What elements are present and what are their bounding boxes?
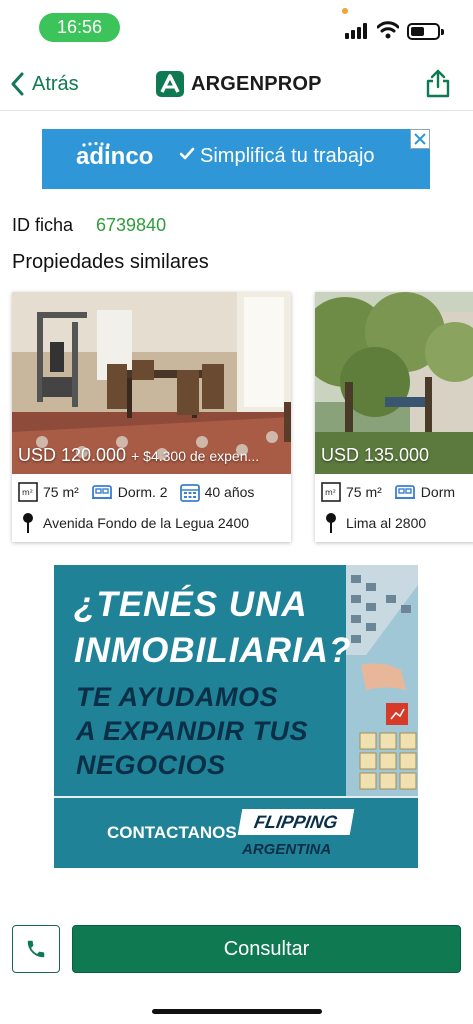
location-pin-icon — [326, 513, 336, 533]
property-address: Lima al 2800 — [325, 512, 426, 534]
similar-properties-title: Propiedades similares — [12, 251, 209, 273]
listing-id-label: ID ficha — [12, 215, 74, 235]
area-value: 75 m² — [346, 484, 382, 500]
ad-brand: adinco — [76, 143, 154, 170]
area-icon: m² — [321, 482, 341, 502]
flipping-ad-banner[interactable]: ¿TENÉS UNA INMOBILIARIA? TE AYUDAMOS A E… — [54, 565, 418, 868]
ad-building-illustration — [346, 565, 418, 796]
area-value: 75 m² — [43, 484, 79, 500]
property-address: Avenida Fondo de la Legua 2400 — [22, 512, 249, 534]
feature-bedrooms: Dorm. 2 — [91, 483, 168, 501]
svg-text:m²: m² — [22, 488, 33, 497]
brand-name: ARGENPROP — [191, 72, 322, 95]
back-label: Atrás — [32, 72, 79, 95]
ad-close-button[interactable] — [410, 129, 430, 149]
battery-icon — [407, 23, 444, 40]
area-icon: m² — [18, 482, 38, 502]
bedrooms-value: Dorm — [420, 484, 456, 500]
property-card[interactable]: USD 135.000 m² 75 m² Dorm Lima al 2800 — [315, 292, 473, 542]
phone-icon — [27, 940, 45, 958]
ad-slogan: Simplificá tu trabajo — [200, 145, 375, 167]
feature-area: m² 75 m² — [18, 482, 79, 502]
share-icon[interactable] — [425, 68, 451, 98]
back-button[interactable]: Atrás — [10, 70, 79, 98]
location-pin-icon — [23, 513, 33, 533]
svg-text:m²: m² — [325, 488, 336, 497]
brand-logo: ARGENPROP — [156, 70, 322, 98]
chevron-left-icon — [11, 72, 24, 96]
bed-icon — [91, 485, 112, 499]
address-text: Avenida Fondo de la Legua 2400 — [43, 515, 250, 531]
consult-button[interactable]: Consultar — [72, 925, 461, 973]
adinco-ad-banner[interactable]: adinco Simplificá tu trabajo — [42, 129, 430, 189]
status-bar: 16:56 — [0, 0, 473, 52]
ad-subline-1: TE AYUDAMOS — [76, 682, 279, 712]
bedrooms-value: Dorm. 2 — [117, 484, 168, 500]
ad-headline-2: INMOBILIARIA? — [74, 631, 352, 670]
ad-subline-3: NEGOCIOS — [76, 750, 226, 780]
bed-icon — [394, 485, 415, 499]
ad-cta-text: CONTACTANOS — [107, 823, 237, 842]
top-nav-bar: Atrás ARGENPROP — [0, 56, 473, 111]
property-card[interactable]: USD 120.000 + $4.300 de expen... m² 75 m… — [12, 292, 291, 542]
call-button[interactable] — [12, 925, 60, 973]
listing-id-row: ID ficha 6739840 — [12, 215, 166, 236]
ad-divider — [54, 796, 418, 798]
price-value: USD 120.000 — [18, 445, 127, 465]
wifi-icon — [377, 21, 399, 39]
property-price: USD 120.000 + $4.300 de expen... — [18, 445, 259, 466]
age-value: 40 años — [204, 484, 255, 500]
status-time: 16:56 — [39, 13, 120, 42]
address-text: Lima al 2800 — [346, 515, 427, 531]
price-value: USD 135.000 — [321, 445, 430, 465]
argenprop-logo-icon — [156, 71, 184, 97]
ad-brand-logo: FLIPPING — [237, 809, 355, 835]
property-features: m² 75 m² Dorm. 2 40 años — [18, 481, 266, 503]
price-expenses: + $4.300 de expen... — [131, 448, 260, 464]
feature-bedrooms: Dorm — [394, 483, 455, 501]
check-icon — [179, 147, 195, 160]
feature-age: 40 años — [179, 482, 255, 502]
listing-id-value: 6739840 — [96, 215, 167, 235]
ad-headline-1: ¿TENÉS UNA — [74, 585, 308, 624]
property-features: m² 75 m² Dorm — [321, 481, 467, 503]
close-icon — [414, 133, 426, 145]
privacy-indicator-dot — [342, 8, 348, 14]
calendar-icon — [179, 484, 200, 502]
ad-subline-2: A EXPANDIR TUS — [76, 716, 309, 746]
ad-brand-sub: ARGENTINA — [242, 841, 332, 858]
signal-icon — [345, 23, 371, 39]
feature-area: m² 75 m² — [321, 482, 382, 502]
home-indicator — [152, 1009, 322, 1014]
property-price: USD 135.000 — [321, 445, 429, 466]
property-photo: USD 120.000 + $4.300 de expen... — [12, 292, 291, 474]
property-photo: USD 135.000 — [315, 292, 473, 474]
